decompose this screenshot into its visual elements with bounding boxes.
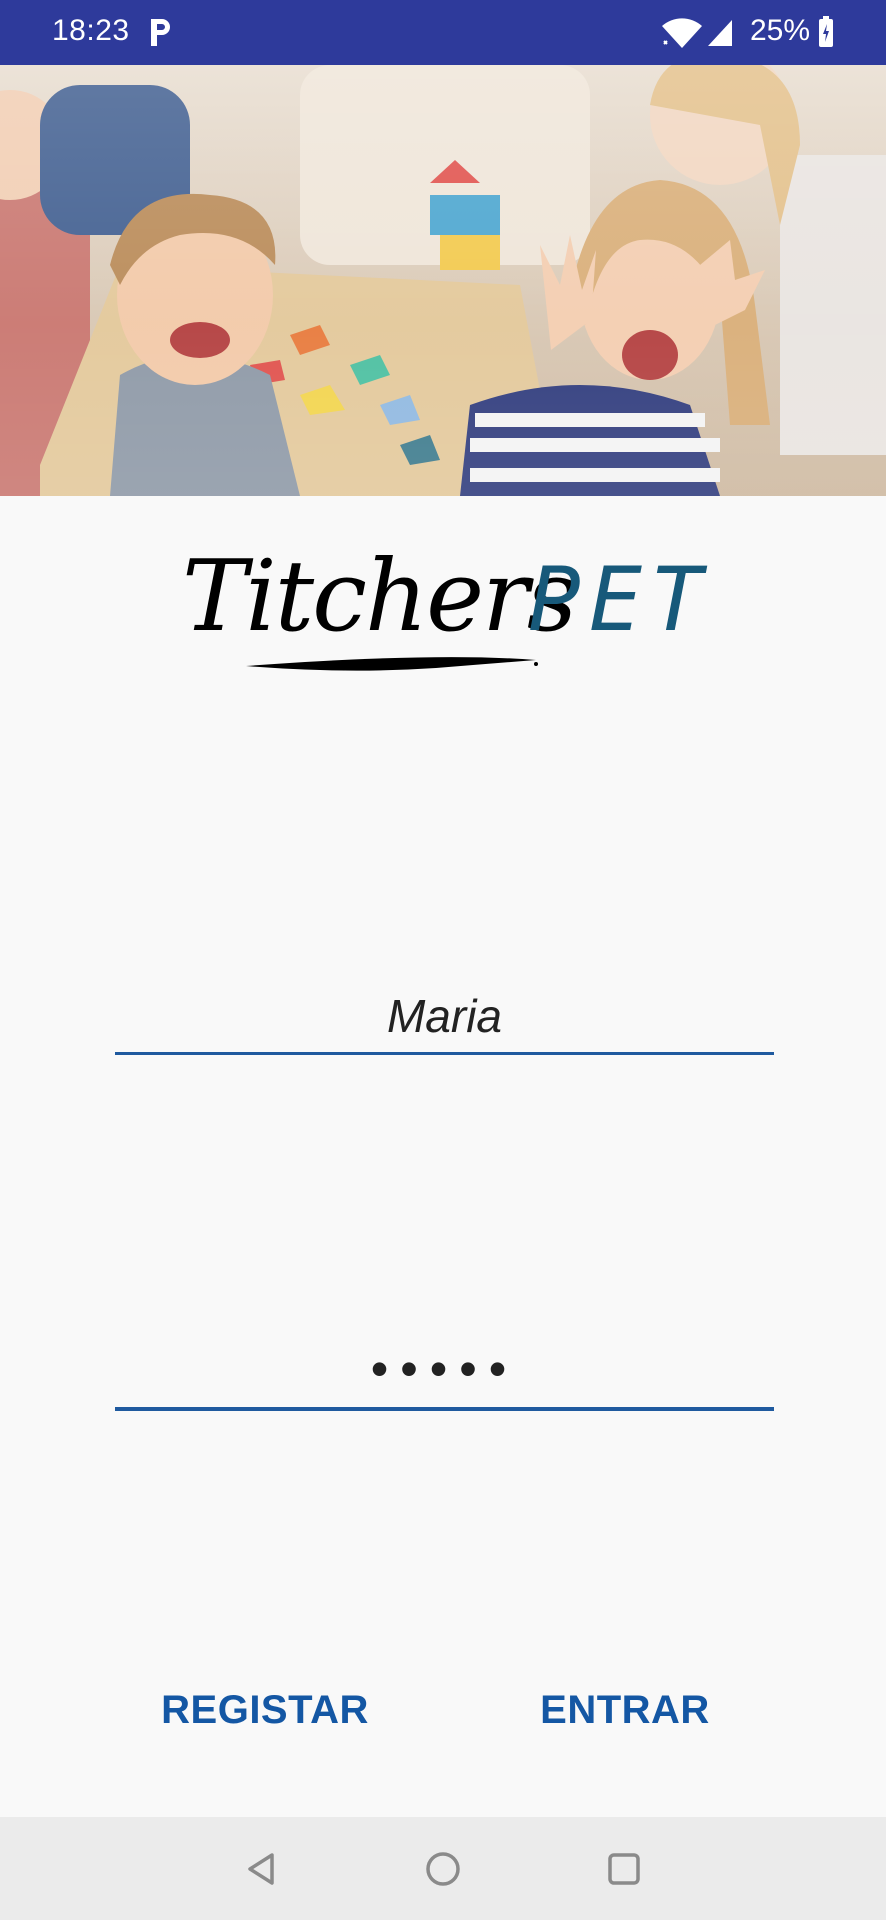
- register-button[interactable]: REGISTAR: [150, 1675, 380, 1745]
- battery-charging-icon: [819, 16, 833, 47]
- recents-square-icon[interactable]: [604, 1849, 644, 1889]
- app-logo: Titchers PET: [176, 548, 716, 688]
- back-triangle-icon[interactable]: [242, 1849, 282, 1889]
- signal-icon: [708, 20, 732, 46]
- logo-swoosh: [246, 657, 538, 671]
- parking-p-icon: [151, 19, 170, 46]
- password-input[interactable]: [115, 1330, 774, 1411]
- battery-percent: 25%: [750, 14, 811, 47]
- logo-accent-text: PET: [528, 548, 711, 651]
- username-input[interactable]: [115, 980, 774, 1055]
- home-circle-icon[interactable]: [423, 1849, 463, 1889]
- logo-script-text: Titchers: [182, 540, 577, 654]
- status-time: 18:23: [52, 14, 130, 47]
- hero-photo: [0, 65, 886, 496]
- login-button[interactable]: ENTRAR: [530, 1675, 720, 1745]
- children-playing-photo: [0, 65, 886, 496]
- status-bar: 18:23 25%: [0, 0, 886, 65]
- navigation-bar: [0, 1817, 886, 1920]
- wifi-icon: [662, 18, 702, 48]
